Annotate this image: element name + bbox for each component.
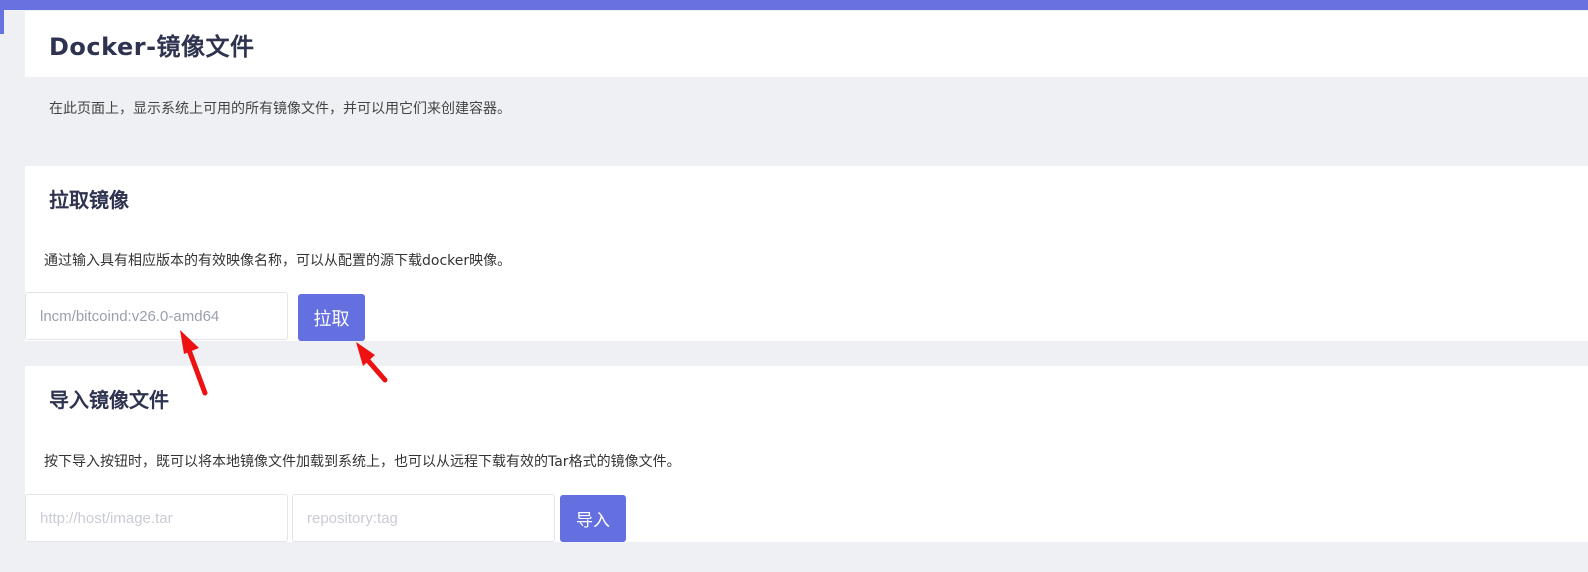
pull-section-description: 通过输入具有相应版本的有效映像名称，可以从配置的源下载docker映像。 bbox=[44, 253, 512, 269]
image-url-input[interactable] bbox=[25, 494, 288, 542]
pull-image-card: 拉取镜像 通过输入具有相应版本的有效映像名称，可以从配置的源下载docker映像… bbox=[25, 166, 1588, 341]
top-accent-bar bbox=[0, 0, 1588, 10]
page-title: Docker-镜像文件 bbox=[49, 33, 255, 61]
pull-button[interactable]: 拉取 bbox=[298, 294, 365, 341]
repository-tag-input[interactable] bbox=[292, 494, 555, 542]
import-button[interactable]: 导入 bbox=[560, 495, 626, 542]
import-section-title: 导入镜像文件 bbox=[49, 388, 169, 412]
import-section-description: 按下导入按钮时，既可以将本地镜像文件加载到系统上，也可以从远程下载有效的Tar格… bbox=[44, 454, 681, 470]
pull-section-title: 拉取镜像 bbox=[49, 188, 129, 212]
page-description: 在此页面上，显示系统上可用的所有镜像文件，并可以用它们来创建容器。 bbox=[49, 101, 511, 117]
title-card: Docker-镜像文件 bbox=[25, 11, 1588, 77]
sidebar-edge bbox=[0, 10, 4, 34]
import-image-card: 导入镜像文件 按下导入按钮时，既可以将本地镜像文件加载到系统上，也可以从远程下载… bbox=[25, 366, 1588, 542]
image-name-input[interactable] bbox=[25, 292, 288, 340]
